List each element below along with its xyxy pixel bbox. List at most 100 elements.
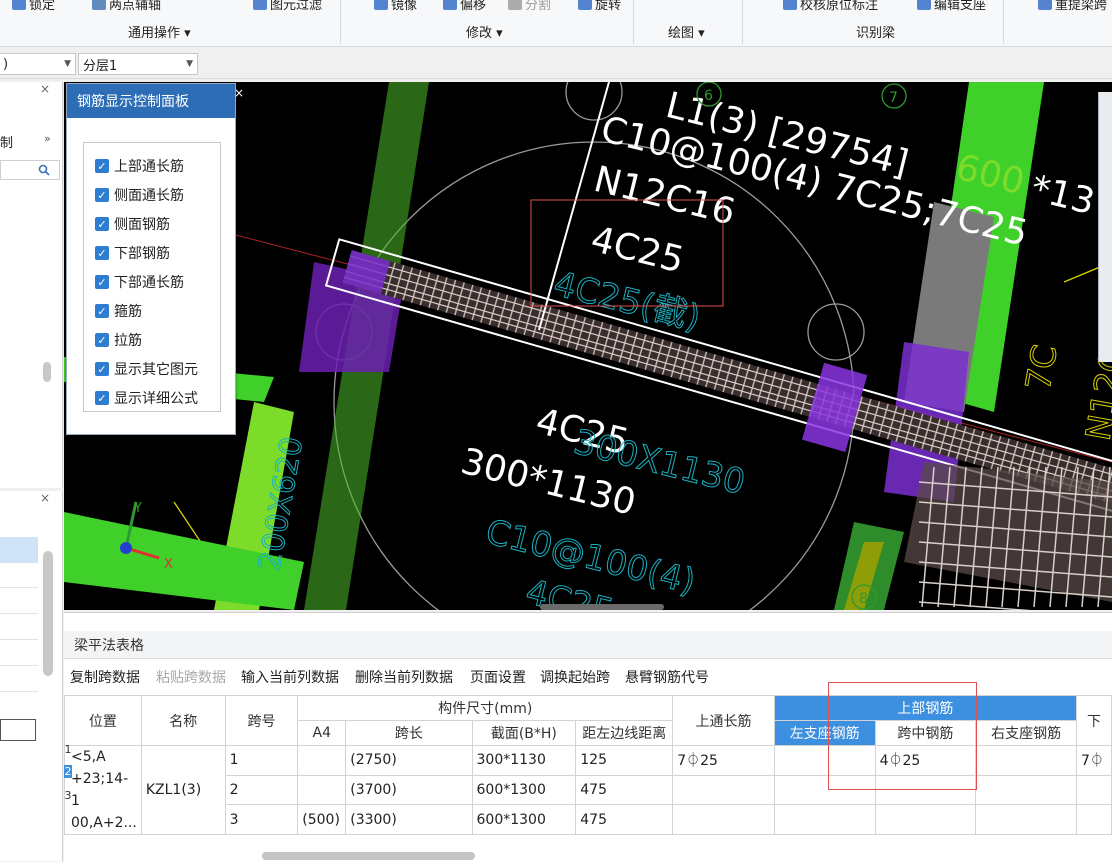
- ribbon-support-button[interactable]: 编辑支座: [917, 0, 986, 13]
- cell-edge-dist[interactable]: 475: [575, 774, 674, 806]
- cell-right-support[interactable]: [975, 745, 1077, 776]
- paste-span-button[interactable]: 粘贴跨数据: [156, 667, 226, 687]
- ribbon-separator: [742, 0, 743, 44]
- view-toolbar[interactable]: [1098, 92, 1112, 362]
- col-header-top-cont[interactable]: 上通长筋: [672, 695, 775, 746]
- cell-section[interactable]: 300*1130: [471, 745, 577, 776]
- cantilever-code-button[interactable]: 悬臂钢筋代号: [625, 667, 709, 687]
- cell-a4[interactable]: [297, 774, 347, 806]
- ribbon-lock-button[interactable]: 锁定: [12, 0, 55, 13]
- search-input[interactable]: [0, 160, 60, 180]
- ribbon-check-button[interactable]: 校核原位标注: [783, 0, 878, 13]
- cell-position[interactable]: <5,A +23;14-1 00,A+2...: [64, 745, 142, 835]
- input-column-button[interactable]: 输入当前列数据: [241, 667, 339, 687]
- checkbox-icon[interactable]: ✓: [95, 275, 109, 289]
- group-general-ops[interactable]: 通用操作 ▾: [128, 22, 191, 41]
- cell-span-len[interactable]: (2750): [345, 745, 473, 776]
- cell-a4[interactable]: [297, 745, 347, 776]
- close-icon[interactable]: ×: [234, 86, 244, 100]
- option-checkbox-row[interactable]: ✓ 上部通长筋: [95, 156, 184, 176]
- cell-mid-span[interactable]: [874, 804, 977, 835]
- row-number[interactable]: 1: [64, 743, 72, 756]
- checkbox-icon[interactable]: ✓: [95, 391, 109, 405]
- floor-combo[interactable]: ) ▼: [0, 53, 76, 75]
- copy-span-button[interactable]: 复制跨数据: [70, 667, 140, 687]
- cell-span[interactable]: 2: [224, 774, 299, 806]
- cell-right-support[interactable]: [975, 774, 1077, 806]
- col-header-span-len[interactable]: 跨长: [345, 720, 473, 746]
- col-header-section[interactable]: 截面(B*H): [471, 720, 577, 746]
- option-checkbox-row[interactable]: ✓ 下部钢筋: [95, 243, 170, 263]
- cell-edge-dist[interactable]: 475: [575, 804, 674, 835]
- cell-left-support[interactable]: [773, 804, 876, 835]
- checkbox-icon[interactable]: ✓: [95, 159, 109, 173]
- cell-span-len[interactable]: (3300): [345, 804, 473, 835]
- checkbox-label: 拉筋: [114, 333, 142, 349]
- scrollbar-thumb[interactable]: [262, 852, 475, 860]
- col-header-a4[interactable]: A4: [297, 720, 347, 746]
- ribbon-axis-button[interactable]: 两点辅轴: [92, 0, 161, 13]
- cell-name[interactable]: KZL1(3): [140, 745, 226, 835]
- col-header-name[interactable]: 名称: [140, 695, 226, 746]
- ribbon-filter-button[interactable]: 图元过滤: [253, 0, 322, 13]
- close-icon[interactable]: ×: [40, 491, 50, 505]
- ribbon-split-button[interactable]: 分割: [508, 0, 551, 13]
- cell-next[interactable]: [1075, 774, 1112, 806]
- cell-right-support[interactable]: [975, 804, 1077, 835]
- option-checkbox-row[interactable]: ✓ 显示其它图元: [95, 359, 198, 379]
- ribbon-button-label: 偏移: [460, 0, 487, 13]
- group-draw[interactable]: 绘图 ▾: [668, 22, 705, 41]
- option-checkbox-row[interactable]: ✓ 侧面钢筋: [95, 214, 170, 234]
- list-item-focused[interactable]: [0, 719, 36, 741]
- cell-top-cont[interactable]: [672, 804, 775, 835]
- option-checkbox-row[interactable]: ✓ 下部通长筋: [95, 272, 184, 292]
- checkbox-icon[interactable]: ✓: [95, 188, 109, 202]
- cell-section[interactable]: 600*1300: [471, 804, 577, 835]
- floor-combo-value: ): [3, 56, 9, 72]
- delete-column-button[interactable]: 删除当前列数据: [355, 667, 453, 687]
- cell-a4[interactable]: (500): [297, 804, 347, 835]
- swap-start-span-button[interactable]: 调换起始跨: [540, 667, 610, 687]
- close-icon[interactable]: ×: [40, 82, 50, 96]
- group-modify[interactable]: 修改 ▾: [466, 22, 503, 41]
- cell-section[interactable]: 600*1300: [471, 774, 577, 806]
- cell-top-cont[interactable]: 7⏀25: [672, 745, 775, 776]
- cell-span[interactable]: 3: [224, 804, 299, 835]
- page-setup-button[interactable]: 页面设置: [470, 667, 526, 687]
- cell-next[interactable]: 7⏀: [1075, 745, 1112, 776]
- ribbon-offset-button[interactable]: 偏移: [443, 0, 487, 13]
- option-checkbox-row[interactable]: ✓ 侧面通长筋: [95, 185, 184, 205]
- option-checkbox-row[interactable]: ✓ 拉筋: [95, 330, 142, 350]
- cell-span[interactable]: 1: [224, 745, 299, 776]
- col-header-next[interactable]: 下: [1075, 695, 1112, 746]
- ribbon-mirror-button[interactable]: 镜像: [374, 0, 417, 13]
- panel-row-label[interactable]: 制: [0, 132, 13, 151]
- option-checkbox-row[interactable]: ✓ 箍筋: [95, 301, 142, 321]
- ribbon-rotate-button[interactable]: 旋转: [578, 0, 621, 13]
- checkbox-icon[interactable]: ✓: [95, 246, 109, 260]
- checkbox-icon[interactable]: ✓: [95, 304, 109, 318]
- layer-combo[interactable]: 分层1 ▼: [78, 53, 198, 75]
- rotate-icon: [578, 0, 592, 10]
- col-header-position[interactable]: 位置: [64, 695, 142, 746]
- cell-top-cont[interactable]: [672, 774, 775, 806]
- svg-text:X: X: [164, 557, 173, 572]
- cell-span-len[interactable]: (3700): [345, 774, 473, 806]
- expand-icon[interactable]: »: [44, 132, 51, 145]
- row-number-selected[interactable]: 2: [64, 765, 72, 778]
- col-header-edge-dist[interactable]: 距左边线距离: [575, 720, 674, 746]
- scrollbar-thumb[interactable]: [43, 362, 51, 382]
- ribbon-respan-button[interactable]: 重提梁跨: [1038, 0, 1107, 13]
- col-header-span-no[interactable]: 跨号: [224, 695, 299, 746]
- cell-edge-dist[interactable]: 125: [575, 745, 674, 776]
- list-item-selected[interactable]: [0, 537, 38, 563]
- checkbox-icon[interactable]: ✓: [95, 217, 109, 231]
- checkbox-icon[interactable]: ✓: [95, 362, 109, 376]
- row-number[interactable]: 3: [64, 789, 72, 802]
- cell-next[interactable]: [1075, 804, 1112, 835]
- splitter-handle[interactable]: [540, 604, 664, 610]
- col-header-right-support[interactable]: 右支座钢筋: [975, 720, 1077, 746]
- checkbox-icon[interactable]: ✓: [95, 333, 109, 347]
- scrollbar-thumb[interactable]: [43, 551, 53, 676]
- option-checkbox-row[interactable]: ✓ 显示详细公式: [95, 388, 198, 408]
